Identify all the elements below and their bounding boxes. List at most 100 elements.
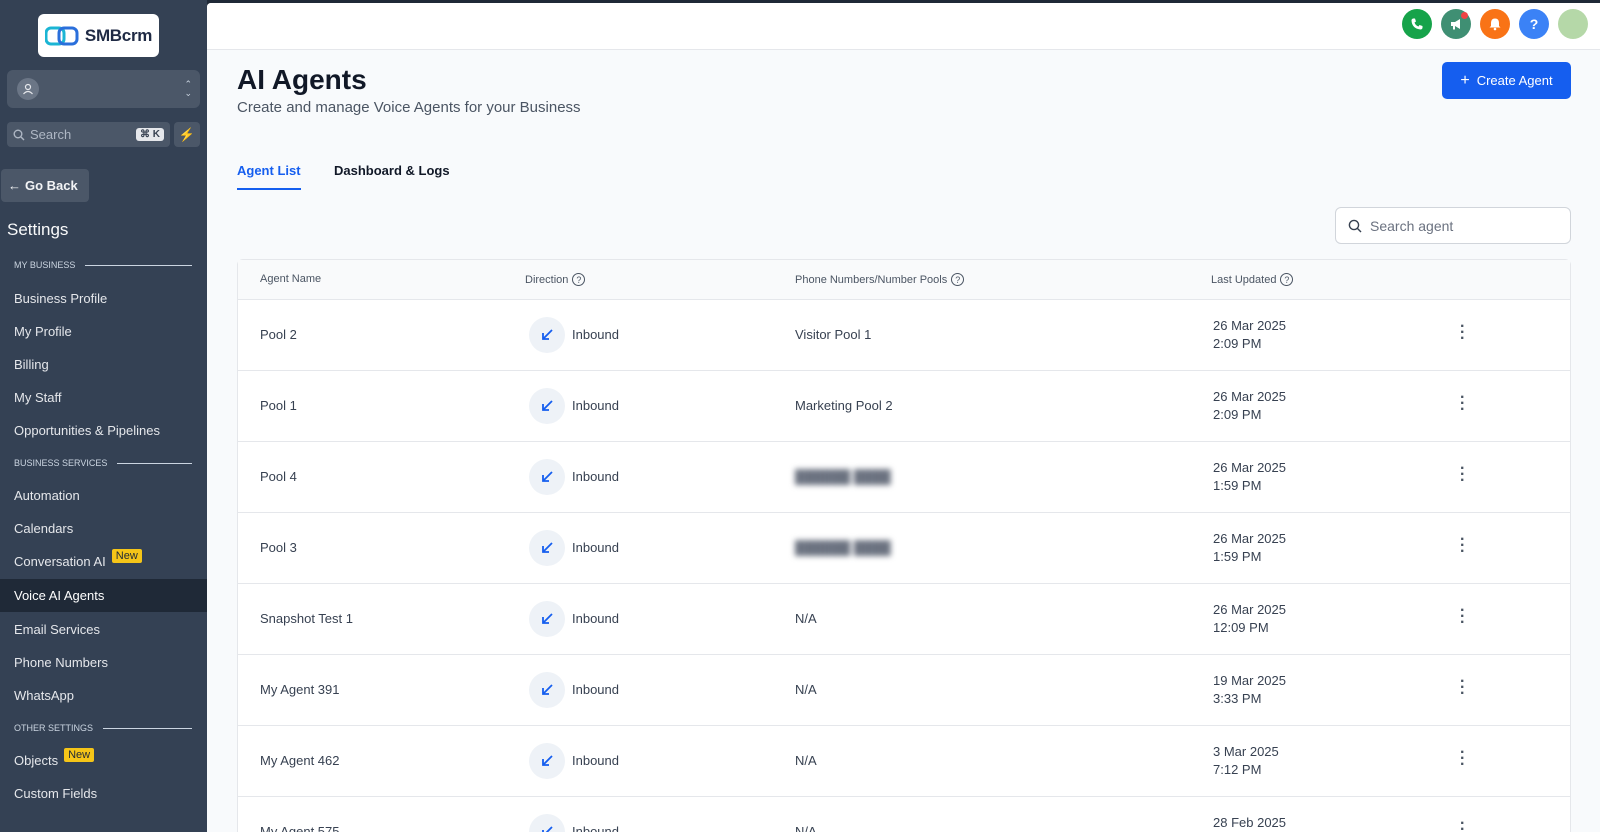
tab-dashboard-logs[interactable]: Dashboard & Logs [334, 163, 450, 188]
tab-agent-list[interactable]: Agent List [237, 163, 301, 190]
search-agent-input[interactable]: Search agent [1335, 207, 1571, 244]
tab-label: Dashboard & Logs [334, 163, 450, 178]
sidebar-item-my-staff[interactable]: My Staff [0, 381, 207, 414]
last-updated-date: 26 Mar 2025 [1213, 531, 1286, 546]
logo-text: SMBcrm [84, 25, 153, 45]
tab-label: Agent List [237, 163, 301, 178]
sidebar-item-voice-ai-agents[interactable]: Voice AI Agents [0, 579, 207, 612]
new-badge: New [64, 747, 95, 762]
quick-action-button[interactable]: ⚡ [174, 122, 200, 147]
agent-name-cell[interactable]: Pool 4 [260, 469, 297, 484]
new-badge: New [111, 548, 142, 563]
table-row[interactable]: Snapshot Test 1 Inbound N/A 26 Mar 2025 … [238, 584, 1570, 655]
direction-cell: Inbound [572, 682, 619, 697]
sidebar-item-calendars[interactable]: Calendars [0, 512, 207, 545]
more-vertical-icon[interactable]: ··· [1460, 816, 1465, 832]
more-vertical-icon[interactable]: ··· [1460, 532, 1465, 560]
sidebar-search-placeholder: Search [30, 127, 72, 142]
sidebar-item-whatsapp[interactable]: WhatsApp [0, 679, 207, 712]
sidebar-item-label: Phone Numbers [14, 655, 108, 670]
sidebar-item-label: Email Services [14, 622, 100, 637]
direction-cell: Inbound [572, 753, 619, 768]
phone-pool-cell-redacted: ██████ ████ [795, 540, 891, 555]
inbound-arrow-icon [529, 530, 565, 566]
sidebar-item-email-services[interactable]: Email Services [0, 613, 207, 646]
section-label-text: BUSINESS SERVICES [14, 458, 108, 468]
more-vertical-icon[interactable]: ··· [1460, 390, 1465, 418]
inbound-arrow-icon [529, 317, 565, 353]
bell-icon[interactable] [1480, 9, 1510, 39]
sidebar-item-label: Opportunities & Pipelines [14, 423, 160, 438]
sidebar-item-conversation-ai[interactable]: Conversation AI New [0, 545, 207, 578]
help-icon[interactable]: ? [1519, 9, 1549, 39]
help-circle-icon[interactable]: ? [572, 273, 586, 286]
more-vertical-icon[interactable]: ··· [1460, 745, 1465, 773]
sidebar-item-business-profile[interactable]: Business Profile [0, 282, 207, 315]
column-header-phone-numbers[interactable]: Phone Numbers/Number Pools? [795, 273, 965, 286]
user-avatar[interactable] [1558, 9, 1588, 39]
table-row[interactable]: My Agent 462 Inbound N/A 3 Mar 2025 7:12… [238, 726, 1570, 797]
last-updated-date: 26 Mar 2025 [1213, 602, 1286, 617]
direction-cell: Inbound [572, 824, 619, 832]
go-back-button[interactable]: ← Go Back [1, 169, 89, 202]
last-updated-date: 26 Mar 2025 [1213, 460, 1286, 475]
last-updated-time: 7:12 PM [1213, 762, 1262, 777]
sidebar-item-phone-numbers[interactable]: Phone Numbers [0, 646, 207, 679]
help-circle-icon[interactable]: ? [1280, 273, 1294, 286]
table-row[interactable]: Pool 3 Inbound ██████ ████ 26 Mar 2025 1… [238, 513, 1570, 584]
column-header-last-updated[interactable]: Last Updated? [1211, 273, 1294, 286]
table-row[interactable]: Pool 4 Inbound ██████ ████ 26 Mar 2025 1… [238, 442, 1570, 513]
table-row[interactable]: My Agent 575 Inbound N/A 28 Feb 2025 ··· [238, 797, 1570, 832]
last-updated-cell: 26 Mar 2025 1:59 PM [1213, 530, 1286, 566]
more-vertical-icon[interactable]: ··· [1460, 319, 1465, 347]
sidebar-item-my-profile[interactable]: My Profile [0, 315, 207, 348]
create-agent-label: Create Agent [1476, 73, 1553, 88]
help-circle-icon[interactable]: ? [951, 273, 965, 286]
sidebar-item-label: Automation [14, 488, 80, 503]
column-header-agent-name[interactable]: Agent Name [260, 273, 321, 285]
megaphone-icon[interactable] [1441, 9, 1471, 39]
agent-name-cell[interactable]: Snapshot Test 1 [260, 611, 353, 626]
sidebar-item-opportunities[interactable]: Opportunities & Pipelines [0, 414, 207, 447]
agent-name-cell[interactable]: My Agent 462 [260, 753, 340, 768]
search-agent-placeholder: Search agent [1370, 217, 1454, 234]
more-vertical-icon[interactable]: ··· [1460, 674, 1465, 702]
create-agent-button[interactable]: + Create Agent [1442, 62, 1571, 99]
sidebar-search-input[interactable]: Search ⌘ K [7, 122, 170, 147]
agent-name-cell[interactable]: My Agent 391 [260, 682, 340, 697]
column-header-direction[interactable]: Direction? [525, 273, 586, 286]
more-vertical-icon[interactable]: ··· [1460, 461, 1465, 489]
phone-icon[interactable] [1402, 9, 1432, 39]
table-body: Pool 2 Inbound Visitor Pool 1 26 Mar 202… [238, 300, 1570, 832]
page-subtitle: Create and manage Voice Agents for your … [237, 99, 581, 116]
search-icon [1348, 219, 1362, 232]
logo[interactable]: SMBcrm [38, 14, 159, 57]
agent-name-cell[interactable]: Pool 1 [260, 398, 297, 413]
inbound-arrow-icon [529, 459, 565, 495]
last-updated-cell: 26 Mar 2025 1:59 PM [1213, 459, 1286, 495]
table-header: Agent Name Direction? Phone Numbers/Numb… [238, 260, 1570, 300]
go-back-label: Go Back [25, 178, 78, 193]
direction-cell: Inbound [572, 611, 619, 626]
table-row[interactable]: My Agent 391 Inbound N/A 19 Mar 2025 3:3… [238, 655, 1570, 726]
sidebar-item-label: Calendars [14, 521, 74, 536]
agent-name-cell[interactable]: Pool 2 [260, 327, 297, 342]
sidebar-item-billing[interactable]: Billing [0, 348, 207, 381]
last-updated-time: 1:59 PM [1213, 478, 1262, 493]
sidebar-item-objects[interactable]: Objects New [0, 744, 207, 777]
last-updated-cell: 26 Mar 2025 2:09 PM [1213, 317, 1286, 353]
agent-name-cell[interactable]: Pool 3 [260, 540, 297, 555]
last-updated-time: 1:59 PM [1213, 549, 1262, 564]
agent-name-cell[interactable]: My Agent 575 [260, 824, 340, 832]
sidebar-item-custom-fields[interactable]: Custom Fields [0, 777, 207, 810]
sidebar-item-automation[interactable]: Automation [0, 479, 207, 512]
agents-table: Agent Name Direction? Phone Numbers/Numb… [237, 259, 1571, 832]
inbound-arrow-icon [529, 814, 565, 832]
last-updated-cell: 19 Mar 2025 3:33 PM [1213, 672, 1286, 708]
table-row[interactable]: Pool 1 Inbound Marketing Pool 2 26 Mar 2… [238, 371, 1570, 442]
direction-cell: Inbound [572, 327, 619, 342]
account-switcher[interactable]: ⌃ ⌄ [7, 70, 200, 108]
table-row[interactable]: Pool 2 Inbound Visitor Pool 1 26 Mar 202… [238, 300, 1570, 371]
last-updated-date: 19 Mar 2025 [1213, 673, 1286, 688]
more-vertical-icon[interactable]: ··· [1460, 603, 1465, 631]
